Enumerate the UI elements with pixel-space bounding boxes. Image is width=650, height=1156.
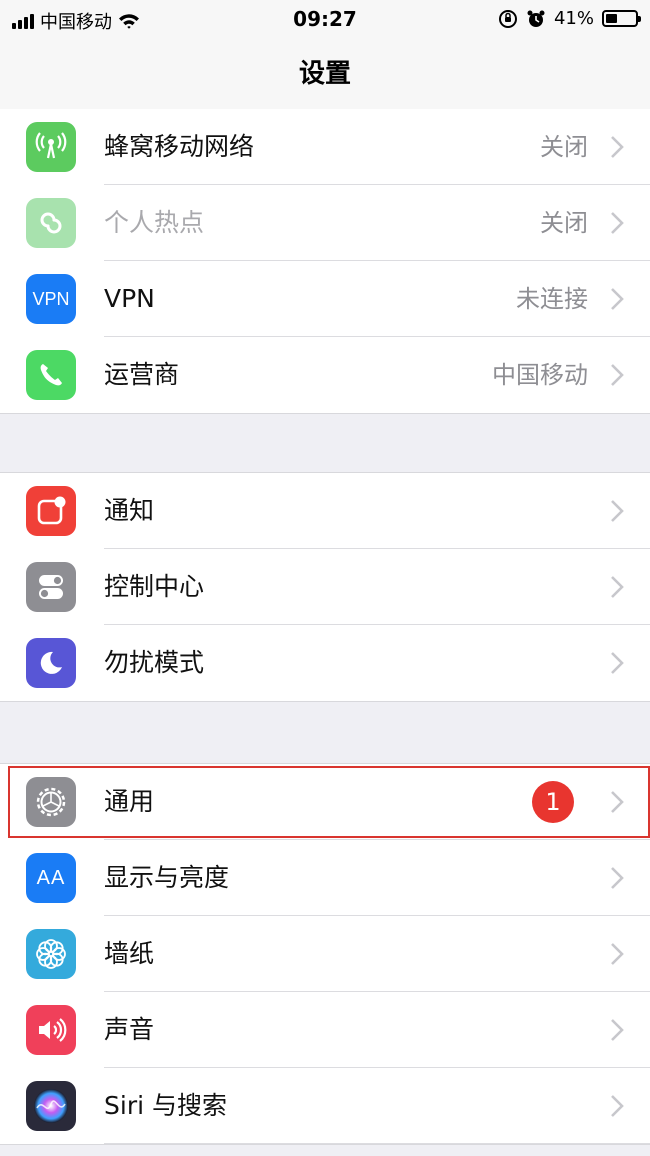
row-general[interactable]: 通用 1	[0, 764, 650, 840]
chevron-right-icon	[611, 943, 624, 965]
row-label: Siri 与搜索	[104, 1091, 227, 1120]
chevron-right-icon	[611, 652, 624, 674]
chevron-right-icon	[611, 136, 624, 158]
row-label: 通用	[104, 787, 155, 816]
row-value: 关闭	[540, 133, 588, 161]
gear-icon	[26, 777, 76, 827]
row-control-center[interactable]: 控制中心	[0, 549, 650, 625]
row-label: 墙纸	[104, 939, 155, 968]
row-do-not-disturb[interactable]: 勿扰模式	[0, 625, 650, 701]
row-label: 控制中心	[104, 572, 205, 601]
row-separator	[104, 1143, 650, 1144]
page-title: 设置	[298, 59, 351, 89]
row-display-brightness[interactable]: AA 显示与亮度	[0, 840, 650, 916]
row-label: 声音	[104, 1015, 155, 1044]
battery-level	[606, 14, 618, 23]
row-cellular[interactable]: 蜂窝移动网络 关闭	[0, 109, 650, 185]
wallpaper-icon	[26, 929, 76, 979]
vpn-icon: VPN	[26, 274, 76, 324]
hotspot-icon	[26, 198, 76, 248]
update-badge: 1	[532, 781, 574, 823]
group-notifications: 通知 控制中心 勿扰模式	[0, 472, 650, 702]
row-value: 未连接	[516, 285, 588, 313]
row-siri-search[interactable]: Siri 与搜索	[0, 1068, 650, 1144]
chevron-right-icon	[611, 288, 624, 310]
status-bar: 中国移动 09:27 41%	[0, 0, 650, 38]
chevron-right-icon	[611, 500, 624, 522]
cellular-icon	[26, 122, 76, 172]
row-label: VPN	[104, 284, 155, 313]
row-label: 通知	[104, 496, 155, 525]
row-value: 中国移动	[492, 361, 588, 389]
orientation-lock-icon	[498, 9, 517, 28]
alarm-icon	[527, 10, 545, 27]
row-vpn[interactable]: VPN VPN 未连接	[0, 261, 650, 337]
row-label: 运营商	[104, 360, 180, 389]
phone-icon	[26, 350, 76, 400]
chevron-right-icon	[611, 1095, 624, 1117]
row-label: 显示与亮度	[104, 863, 230, 892]
row-sounds[interactable]: 声音	[0, 992, 650, 1068]
chevron-right-icon	[611, 867, 624, 889]
moon-icon	[26, 638, 76, 688]
display-icon-text: AA	[36, 866, 66, 889]
row-value: 关闭	[540, 209, 588, 237]
nav-bar: 设置	[0, 38, 650, 112]
sound-icon	[26, 1005, 76, 1055]
chevron-right-icon	[611, 364, 624, 386]
row-label: 个人热点	[104, 208, 205, 237]
row-wallpaper[interactable]: 墙纸	[0, 916, 650, 992]
battery-percent: 41%	[553, 8, 594, 29]
row-label: 蜂窝移动网络	[104, 132, 255, 161]
group-general: 通用 1 AA 显示与亮度 墙纸 声音 Siri 与搜索	[0, 763, 650, 1145]
row-carrier[interactable]: 运营商 中国移动	[0, 337, 650, 413]
chevron-right-icon	[611, 576, 624, 598]
chevron-right-icon	[611, 791, 624, 813]
notifications-icon	[26, 486, 76, 536]
control-center-icon	[26, 562, 76, 612]
vpn-icon-text: VPN	[32, 288, 70, 309]
chevron-right-icon	[611, 212, 624, 234]
row-notifications[interactable]: 通知	[0, 473, 650, 549]
group-network: 蜂窝移动网络 关闭 个人热点 关闭 VPN VPN 未连接 运营商 中国移动	[0, 109, 650, 414]
settings-screen: 中国移动 09:27 41% 设置 蜂窝移动网络 关闭 个人热点 关闭 VPN …	[0, 0, 650, 1156]
siri-icon	[26, 1081, 76, 1131]
row-hotspot: 个人热点 关闭	[0, 185, 650, 261]
row-label: 勿扰模式	[104, 648, 205, 677]
status-right: 41%	[498, 8, 641, 29]
display-icon: AA	[26, 853, 76, 903]
battery-icon	[602, 10, 641, 27]
chevron-right-icon	[611, 1019, 624, 1041]
